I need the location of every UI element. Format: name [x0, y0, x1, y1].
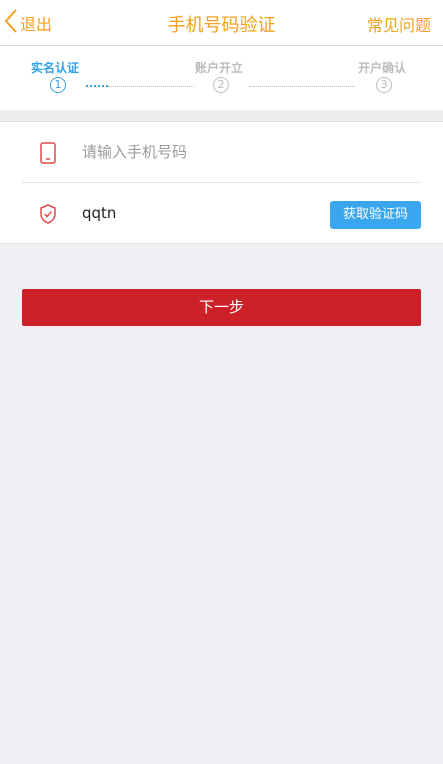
phone-verification-form: 获取验证码 — [0, 121, 443, 244]
step-connector-1 — [108, 86, 194, 87]
step-connector-progress — [86, 85, 108, 87]
step-1-label: 实名认证 — [31, 61, 80, 75]
code-row: 获取验证码 — [22, 183, 421, 243]
step-3-circle: 3 — [376, 77, 392, 93]
step-indicator: 实名认证 1 账户开立 2 开户确认 3 — [0, 46, 443, 110]
phone-row — [22, 122, 421, 183]
phone-icon — [38, 142, 58, 168]
section-divider — [0, 110, 443, 120]
step-connector-2 — [249, 86, 355, 87]
next-step-button[interactable]: 下一步 — [22, 289, 421, 326]
step-2-circle: 2 — [213, 77, 229, 93]
phone-number-input[interactable] — [82, 140, 312, 164]
step-3-label: 开户确认 — [358, 61, 407, 75]
get-verification-code-button[interactable]: 获取验证码 — [330, 201, 421, 229]
step-1-circle: 1 — [50, 77, 66, 93]
shield-check-icon — [38, 203, 58, 229]
step-2-label: 账户开立 — [195, 61, 244, 75]
faq-button[interactable]: 常见问题 — [367, 12, 431, 36]
verification-code-input[interactable] — [82, 201, 312, 225]
top-nav-bar: 退出 手机号码验证 常见问题 — [0, 0, 443, 46]
